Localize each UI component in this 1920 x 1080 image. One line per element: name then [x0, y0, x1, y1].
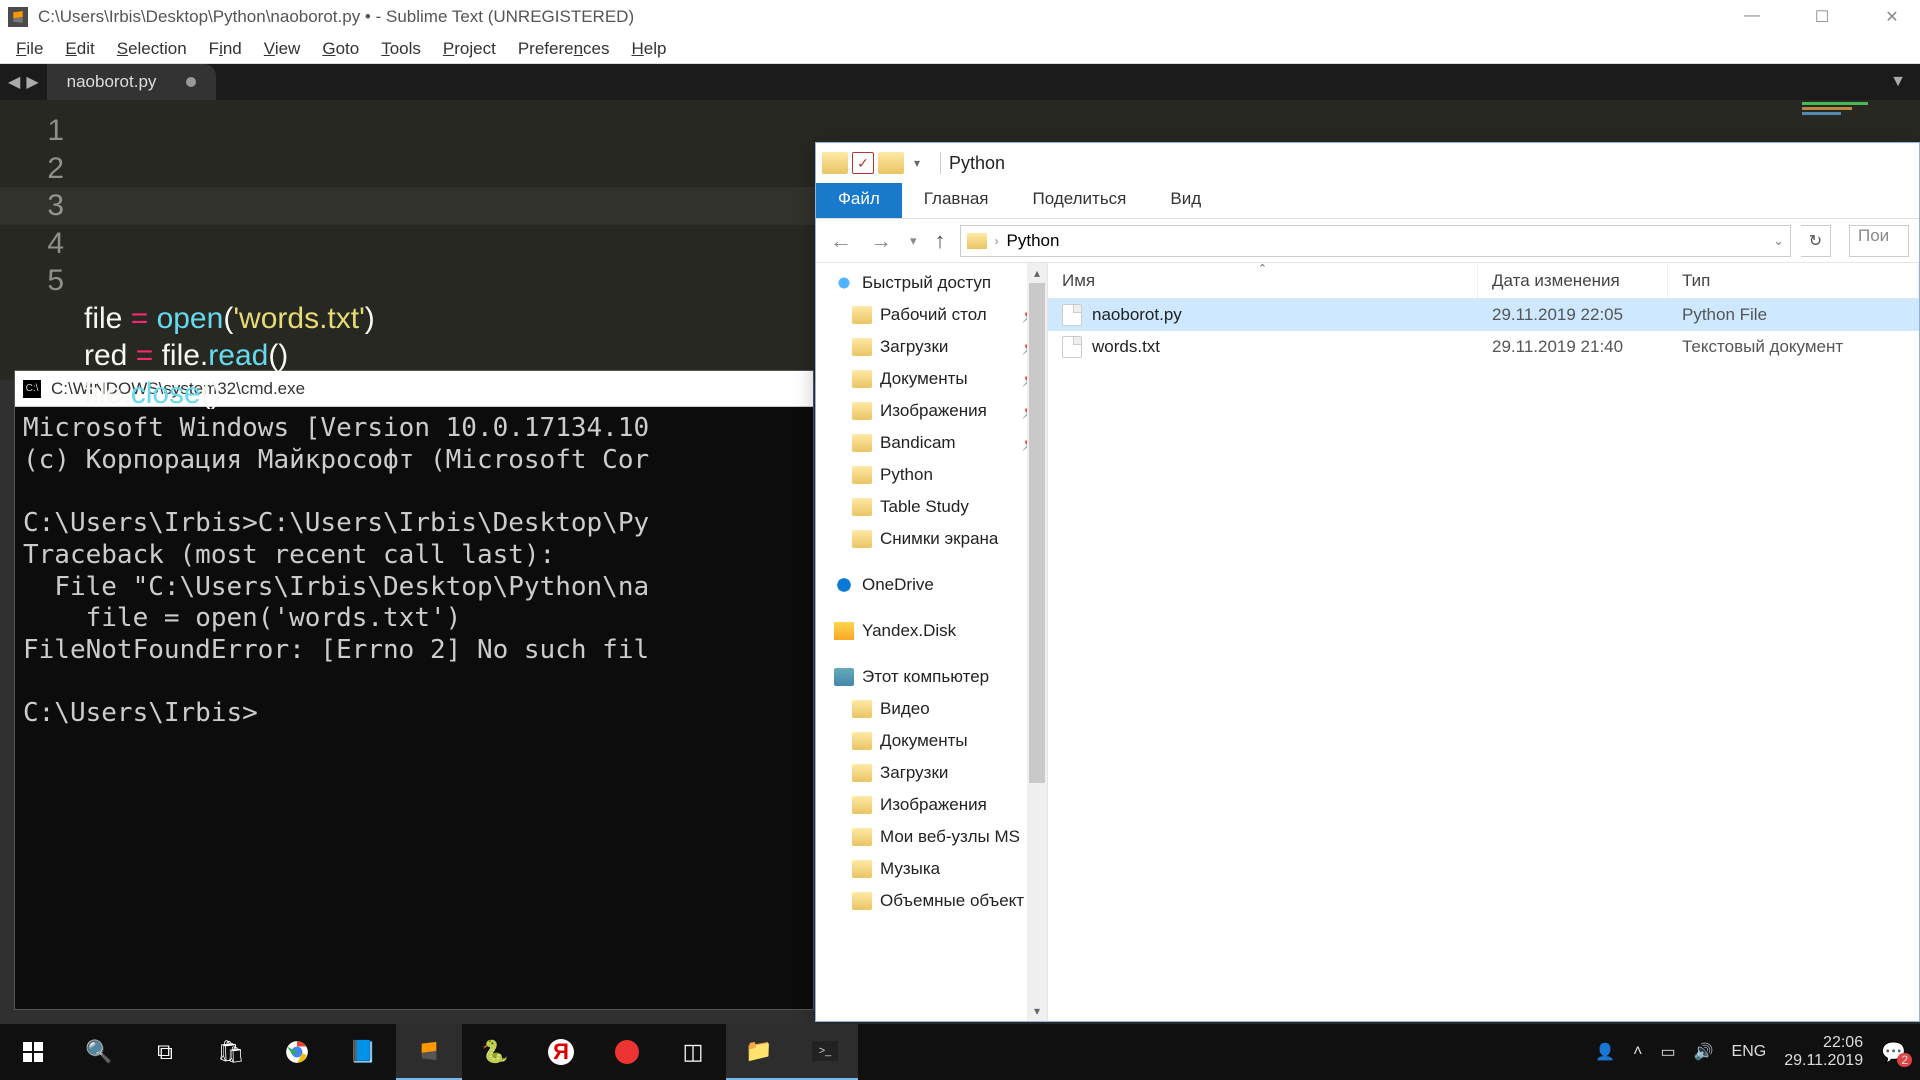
tree-pictures2[interactable]: Изображения: [816, 789, 1047, 821]
folder-icon: [852, 796, 872, 814]
app-button[interactable]: ◫: [660, 1024, 726, 1080]
minimize-button[interactable]: —: [1732, 7, 1772, 27]
yandex-taskbar-button[interactable]: Я: [528, 1024, 594, 1080]
folder-icon: [852, 828, 872, 846]
tree-videos[interactable]: Видео: [816, 693, 1047, 725]
menu-tools[interactable]: Tools: [371, 37, 431, 61]
line-gutter: 1 2 3 4 5: [0, 100, 80, 380]
python-taskbar-button[interactable]: 🐍: [462, 1024, 528, 1080]
qat-dropdown[interactable]: ▾: [908, 156, 926, 170]
folder-icon: [852, 700, 872, 718]
maximize-button[interactable]: ☐: [1802, 7, 1842, 27]
menu-file[interactable]: File: [6, 37, 53, 61]
people-icon[interactable]: 👤: [1595, 1042, 1615, 1062]
explorer-titlebar[interactable]: ✓ ▾ Python: [816, 143, 1919, 183]
sublime-taskbar-button[interactable]: [396, 1024, 462, 1080]
tab-nav-back[interactable]: ◀: [8, 72, 20, 92]
menu-selection[interactable]: Selection: [107, 37, 197, 61]
folder-icon: [852, 434, 872, 452]
tree-tablestudy[interactable]: Table Study: [816, 491, 1047, 523]
folder-icon: [852, 498, 872, 516]
menu-help[interactable]: Help: [622, 37, 677, 61]
ribbon-tab-share[interactable]: Поделиться: [1011, 183, 1149, 218]
menu-edit[interactable]: Edit: [55, 37, 104, 61]
menu-goto[interactable]: Goto: [312, 37, 369, 61]
tray-chevron-icon[interactable]: ˄: [1633, 1043, 1642, 1061]
search-button[interactable]: 🔍: [66, 1024, 132, 1080]
folder-icon: [852, 530, 872, 548]
editor-tab-label: naoborot.py: [67, 72, 157, 92]
tree-python[interactable]: Python: [816, 459, 1047, 491]
ribbon-tab-file[interactable]: Файл: [816, 183, 902, 218]
tree-onedrive[interactable]: OneDrive: [816, 569, 1047, 601]
language-indicator[interactable]: ENG: [1732, 1043, 1767, 1061]
menu-preferences[interactable]: Preferences: [508, 37, 620, 61]
menu-project[interactable]: Project: [433, 37, 506, 61]
tree-documents2[interactable]: Документы: [816, 725, 1047, 757]
onedrive-icon: [834, 576, 854, 594]
cmd-taskbar-button[interactable]: >_: [792, 1024, 858, 1080]
battery-icon[interactable]: ▭: [1660, 1042, 1675, 1062]
store-button[interactable]: 🛍: [198, 1024, 264, 1080]
task-view-button[interactable]: ⧉: [132, 1024, 198, 1080]
qat-newfolder-icon[interactable]: [878, 152, 904, 174]
line-num: 1: [0, 112, 64, 150]
cmd-output[interactable]: Microsoft Windows [Version 10.0.17134.10…: [15, 407, 813, 736]
folder-icon: [852, 764, 872, 782]
cmd-icon: C:\: [23, 380, 41, 398]
close-button[interactable]: ✕: [1872, 7, 1912, 27]
qat-folder-icon[interactable]: [822, 152, 848, 174]
folder-icon: [852, 860, 872, 878]
sublime-tab-bar: ◀ ▶ naoborot.py ▼: [0, 64, 1920, 100]
tree-yandex[interactable]: Yandex.Disk: [816, 615, 1047, 647]
notifications-button[interactable]: 💬2: [1881, 1040, 1906, 1065]
taskbar: 🔍 ⧉ 🛍 📘 🐍 Я ◫ 📁 >_ 👤 ˄ ▭ 🔊 ENG 22:06 29.…: [0, 1024, 1920, 1080]
menu-view[interactable]: View: [254, 37, 311, 61]
editor-tab[interactable]: naoborot.py: [47, 64, 217, 100]
record-button[interactable]: [594, 1024, 660, 1080]
line-num: 2: [0, 150, 64, 188]
yandex-icon: [834, 622, 854, 640]
volume-icon[interactable]: 🔊: [1694, 1042, 1714, 1062]
tree-downloads2[interactable]: Загрузки: [816, 757, 1047, 789]
tree-3dobjects[interactable]: Объемные объект: [816, 885, 1047, 917]
qat-properties-icon[interactable]: ✓: [852, 152, 874, 174]
folder-icon: [852, 732, 872, 750]
start-button[interactable]: [0, 1024, 66, 1080]
ribbon-tab-view[interactable]: Вид: [1148, 183, 1223, 218]
explorer-taskbar-button[interactable]: 📁: [726, 1024, 792, 1080]
clock-date: 29.11.2019: [1784, 1052, 1863, 1070]
sublime-app-icon: [8, 7, 28, 27]
tree-bandicam[interactable]: Bandicam📌: [816, 427, 1047, 459]
unsaved-indicator-icon: [186, 77, 196, 87]
ribbon-tab-home[interactable]: Главная: [902, 183, 1011, 218]
clock-time: 22:06: [1784, 1034, 1863, 1052]
system-tray: 👤 ˄ ▭ 🔊 ENG 22:06 29.11.2019 💬2: [1581, 1034, 1920, 1071]
notes-button[interactable]: 📘: [330, 1024, 396, 1080]
line-num: 4: [0, 225, 64, 263]
scroll-down-icon[interactable]: ▾: [1027, 1001, 1047, 1021]
tab-overflow-button[interactable]: ▼: [1876, 64, 1920, 100]
clock[interactable]: 22:06 29.11.2019: [1784, 1034, 1863, 1071]
tree-ms-nodes[interactable]: Мои веб-узлы MS: [816, 821, 1047, 853]
sublime-titlebar[interactable]: C:\Users\Irbis\Desktop\Python\naoborot.p…: [0, 0, 1920, 34]
tree-this-pc[interactable]: Этот компьютер: [816, 661, 1047, 693]
tree-music[interactable]: Музыка: [816, 853, 1047, 885]
sublime-menu-bar: File Edit Selection Find View Goto Tools…: [0, 34, 1920, 64]
sublime-title-text: C:\Users\Irbis\Desktop\Python\naoborot.p…: [38, 7, 634, 27]
explorer-title-text: Python: [949, 153, 1005, 174]
cmd-window[interactable]: C:\ C:\WINDOWS\system32\cmd.exe Microsof…: [14, 370, 814, 1010]
menu-find[interactable]: Find: [199, 37, 252, 61]
folder-icon: [852, 892, 872, 910]
tree-screenshots[interactable]: Снимки экрана: [816, 523, 1047, 555]
folder-icon: [852, 466, 872, 484]
explorer-ribbon: Файл Главная Поделиться Вид: [816, 183, 1919, 219]
notif-count: 2: [1897, 1053, 1912, 1067]
pc-icon: [834, 668, 854, 686]
tab-nav-fwd[interactable]: ▶: [26, 72, 38, 92]
line-num: 5: [0, 262, 64, 300]
minimap[interactable]: [1802, 102, 1912, 116]
chrome-button[interactable]: [264, 1024, 330, 1080]
